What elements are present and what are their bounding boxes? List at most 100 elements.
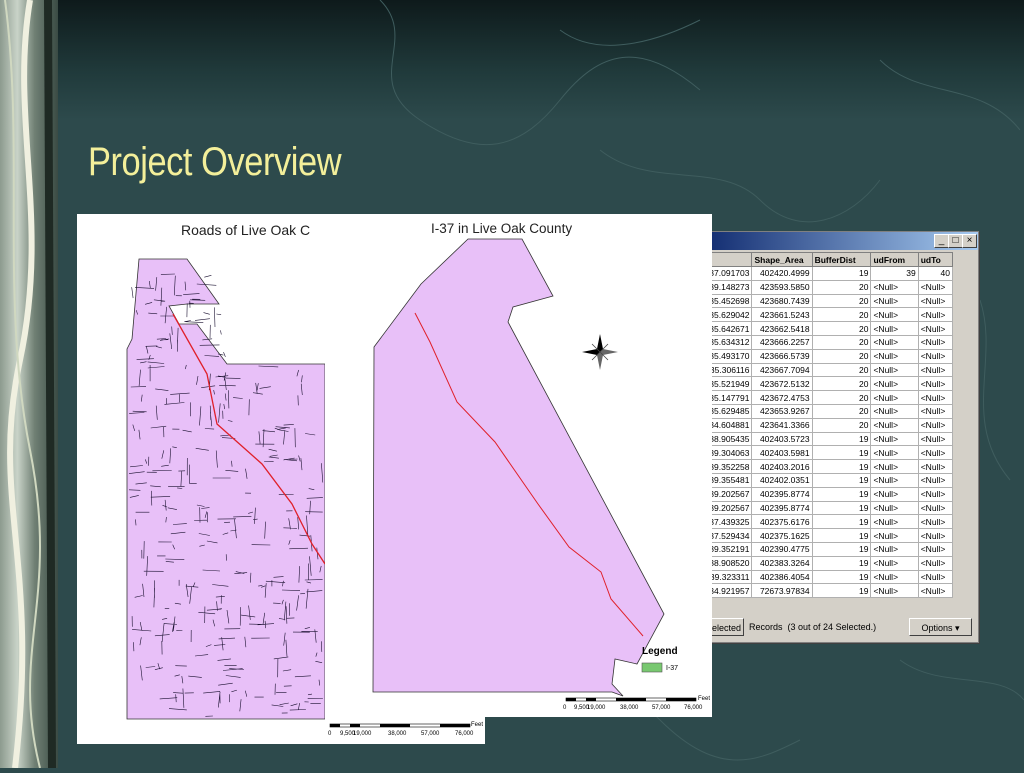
window-titlebar[interactable]: _ □ ×	[691, 232, 978, 250]
table-row[interactable]: 37.091703 402420.4999 19 39 40	[690, 266, 954, 281]
table-cell[interactable]: 19	[811, 541, 872, 557]
table-cell[interactable]: 423666.2257	[751, 334, 813, 350]
table-cell[interactable]: 423667.7094	[751, 362, 813, 378]
table-cell[interactable]: <Null>	[917, 459, 954, 474]
table-cell[interactable]: <Null>	[917, 417, 954, 433]
column-header[interactable]: Shape_Area	[751, 252, 813, 267]
table-cell[interactable]: 20	[811, 321, 872, 336]
table-cell[interactable]: 20	[811, 403, 872, 419]
table-cell[interactable]: <Null>	[870, 307, 919, 323]
table-row[interactable]: 34.921957 72673.97834 19 <Null> <Null>	[690, 583, 954, 599]
table-cell[interactable]: 423661.5243	[751, 307, 813, 323]
table-cell[interactable]: 19	[811, 486, 872, 502]
table-cell[interactable]: <Null>	[870, 348, 919, 364]
table-cell[interactable]: 402375.6176	[751, 514, 813, 530]
column-header[interactable]: BufferDist	[811, 252, 872, 267]
table-cell[interactable]: 19	[811, 445, 872, 461]
table-cell[interactable]: <Null>	[870, 334, 919, 350]
table-cell[interactable]: <Null>	[870, 445, 919, 461]
table-cell[interactable]: 402386.4054	[751, 569, 813, 585]
table-cell[interactable]: <Null>	[917, 500, 954, 516]
table-cell[interactable]: 19	[811, 472, 872, 488]
column-header[interactable]: udFrom	[870, 252, 919, 267]
table-cell[interactable]: <Null>	[917, 293, 954, 309]
table-cell[interactable]: 19	[811, 266, 872, 281]
column-header[interactable]: udTo	[917, 252, 954, 267]
table-cell[interactable]: 40	[917, 266, 954, 281]
table-row[interactable]: 38.905435 402403.5723 19 <Null> <Null>	[690, 431, 954, 447]
table-cell[interactable]: 72673.97834	[751, 583, 813, 599]
table-cell[interactable]: <Null>	[870, 583, 919, 599]
table-cell[interactable]: <Null>	[870, 293, 919, 309]
table-cell[interactable]: <Null>	[917, 555, 954, 571]
table-cell[interactable]: 402395.8774	[751, 500, 813, 516]
table-row[interactable]: 39.202567 402395.8774 19 <Null> <Null>	[690, 500, 954, 516]
table-cell[interactable]: <Null>	[917, 390, 954, 405]
table-cell[interactable]: 402383.3264	[751, 555, 813, 571]
table-row[interactable]: 35.306116 423667.7094 20 <Null> <Null>	[690, 362, 954, 378]
table-cell[interactable]: <Null>	[917, 445, 954, 461]
options-button[interactable]: Options ▾	[909, 618, 972, 636]
table-cell[interactable]: 19	[811, 500, 872, 516]
table-cell[interactable]: <Null>	[870, 390, 919, 405]
table-cell[interactable]: 19	[811, 431, 872, 447]
table-cell[interactable]: <Null>	[917, 541, 954, 557]
table-cell[interactable]: 20	[811, 307, 872, 323]
table-cell[interactable]: <Null>	[917, 583, 954, 599]
table-cell[interactable]: <Null>	[917, 472, 954, 488]
table-cell[interactable]: <Null>	[870, 528, 919, 543]
table-cell[interactable]: <Null>	[870, 279, 919, 295]
table-cell[interactable]: <Null>	[870, 321, 919, 336]
table-cell[interactable]: <Null>	[870, 459, 919, 474]
table-cell[interactable]: <Null>	[917, 569, 954, 585]
table-cell[interactable]: <Null>	[917, 486, 954, 502]
table-cell[interactable]: <Null>	[870, 514, 919, 530]
table-cell[interactable]: <Null>	[870, 376, 919, 392]
table-cell[interactable]: 402420.4999	[751, 266, 813, 281]
table-row[interactable]: 37.529434 402375.1625 19 <Null> <Null>	[690, 528, 954, 543]
table-row[interactable]: 35.521949 423672.5132 20 <Null> <Null>	[690, 376, 954, 392]
table-row[interactable]: 39.355481 402402.0351 19 <Null> <Null>	[690, 472, 954, 488]
table-cell[interactable]: 20	[811, 417, 872, 433]
table-cell[interactable]: 19	[811, 459, 872, 474]
table-cell[interactable]: <Null>	[917, 307, 954, 323]
table-cell[interactable]: 20	[811, 376, 872, 392]
table-row[interactable]: 35.634312 423666.2257 20 <Null> <Null>	[690, 334, 954, 350]
table-cell[interactable]: 19	[811, 583, 872, 599]
table-cell[interactable]: <Null>	[917, 376, 954, 392]
table-cell[interactable]: <Null>	[870, 472, 919, 488]
table-cell[interactable]: 39	[870, 266, 919, 281]
table-cell[interactable]: <Null>	[917, 528, 954, 543]
table-row[interactable]: 35.629042 423661.5243 20 <Null> <Null>	[690, 307, 954, 323]
table-cell[interactable]: 402403.2016	[751, 459, 813, 474]
table-cell[interactable]: 402395.8774	[751, 486, 813, 502]
table-cell[interactable]: <Null>	[917, 514, 954, 530]
close-button[interactable]: ×	[962, 234, 977, 248]
table-cell[interactable]: 423666.5739	[751, 348, 813, 364]
table-cell[interactable]: 20	[811, 362, 872, 378]
table-cell[interactable]: <Null>	[917, 321, 954, 336]
table-cell[interactable]: 402403.5723	[751, 431, 813, 447]
table-cell[interactable]: 19	[811, 514, 872, 530]
table-cell[interactable]: 423680.7439	[751, 293, 813, 309]
table-cell[interactable]: <Null>	[917, 431, 954, 447]
table-cell[interactable]: 20	[811, 334, 872, 350]
table-cell[interactable]: 402402.0351	[751, 472, 813, 488]
table-row[interactable]: 39.352191 402390.4775 19 <Null> <Null>	[690, 541, 954, 557]
table-cell[interactable]: <Null>	[870, 569, 919, 585]
minimize-button[interactable]: _	[934, 234, 949, 248]
table-cell[interactable]: 423653.9267	[751, 403, 813, 419]
table-row[interactable]: 37.439325 402375.6176 19 <Null> <Null>	[690, 514, 954, 530]
table-cell[interactable]: 20	[811, 390, 872, 405]
table-row[interactable]: 35.452698 423680.7439 20 <Null> <Null>	[690, 293, 954, 309]
table-cell[interactable]: <Null>	[870, 486, 919, 502]
table-cell[interactable]: 423641.3366	[751, 417, 813, 433]
table-cell[interactable]: 423593.5850	[751, 279, 813, 295]
table-cell[interactable]: 402390.4775	[751, 541, 813, 557]
table-cell[interactable]: 20	[811, 348, 872, 364]
table-row[interactable]: 35.493170 423666.5739 20 <Null> <Null>	[690, 348, 954, 364]
table-row[interactable]: 38.908520 402383.3264 19 <Null> <Null>	[690, 555, 954, 571]
maximize-button[interactable]: □	[948, 234, 963, 248]
table-row[interactable]: 35.642671 423662.5418 20 <Null> <Null>	[690, 321, 954, 336]
table-cell[interactable]: 20	[811, 279, 872, 295]
